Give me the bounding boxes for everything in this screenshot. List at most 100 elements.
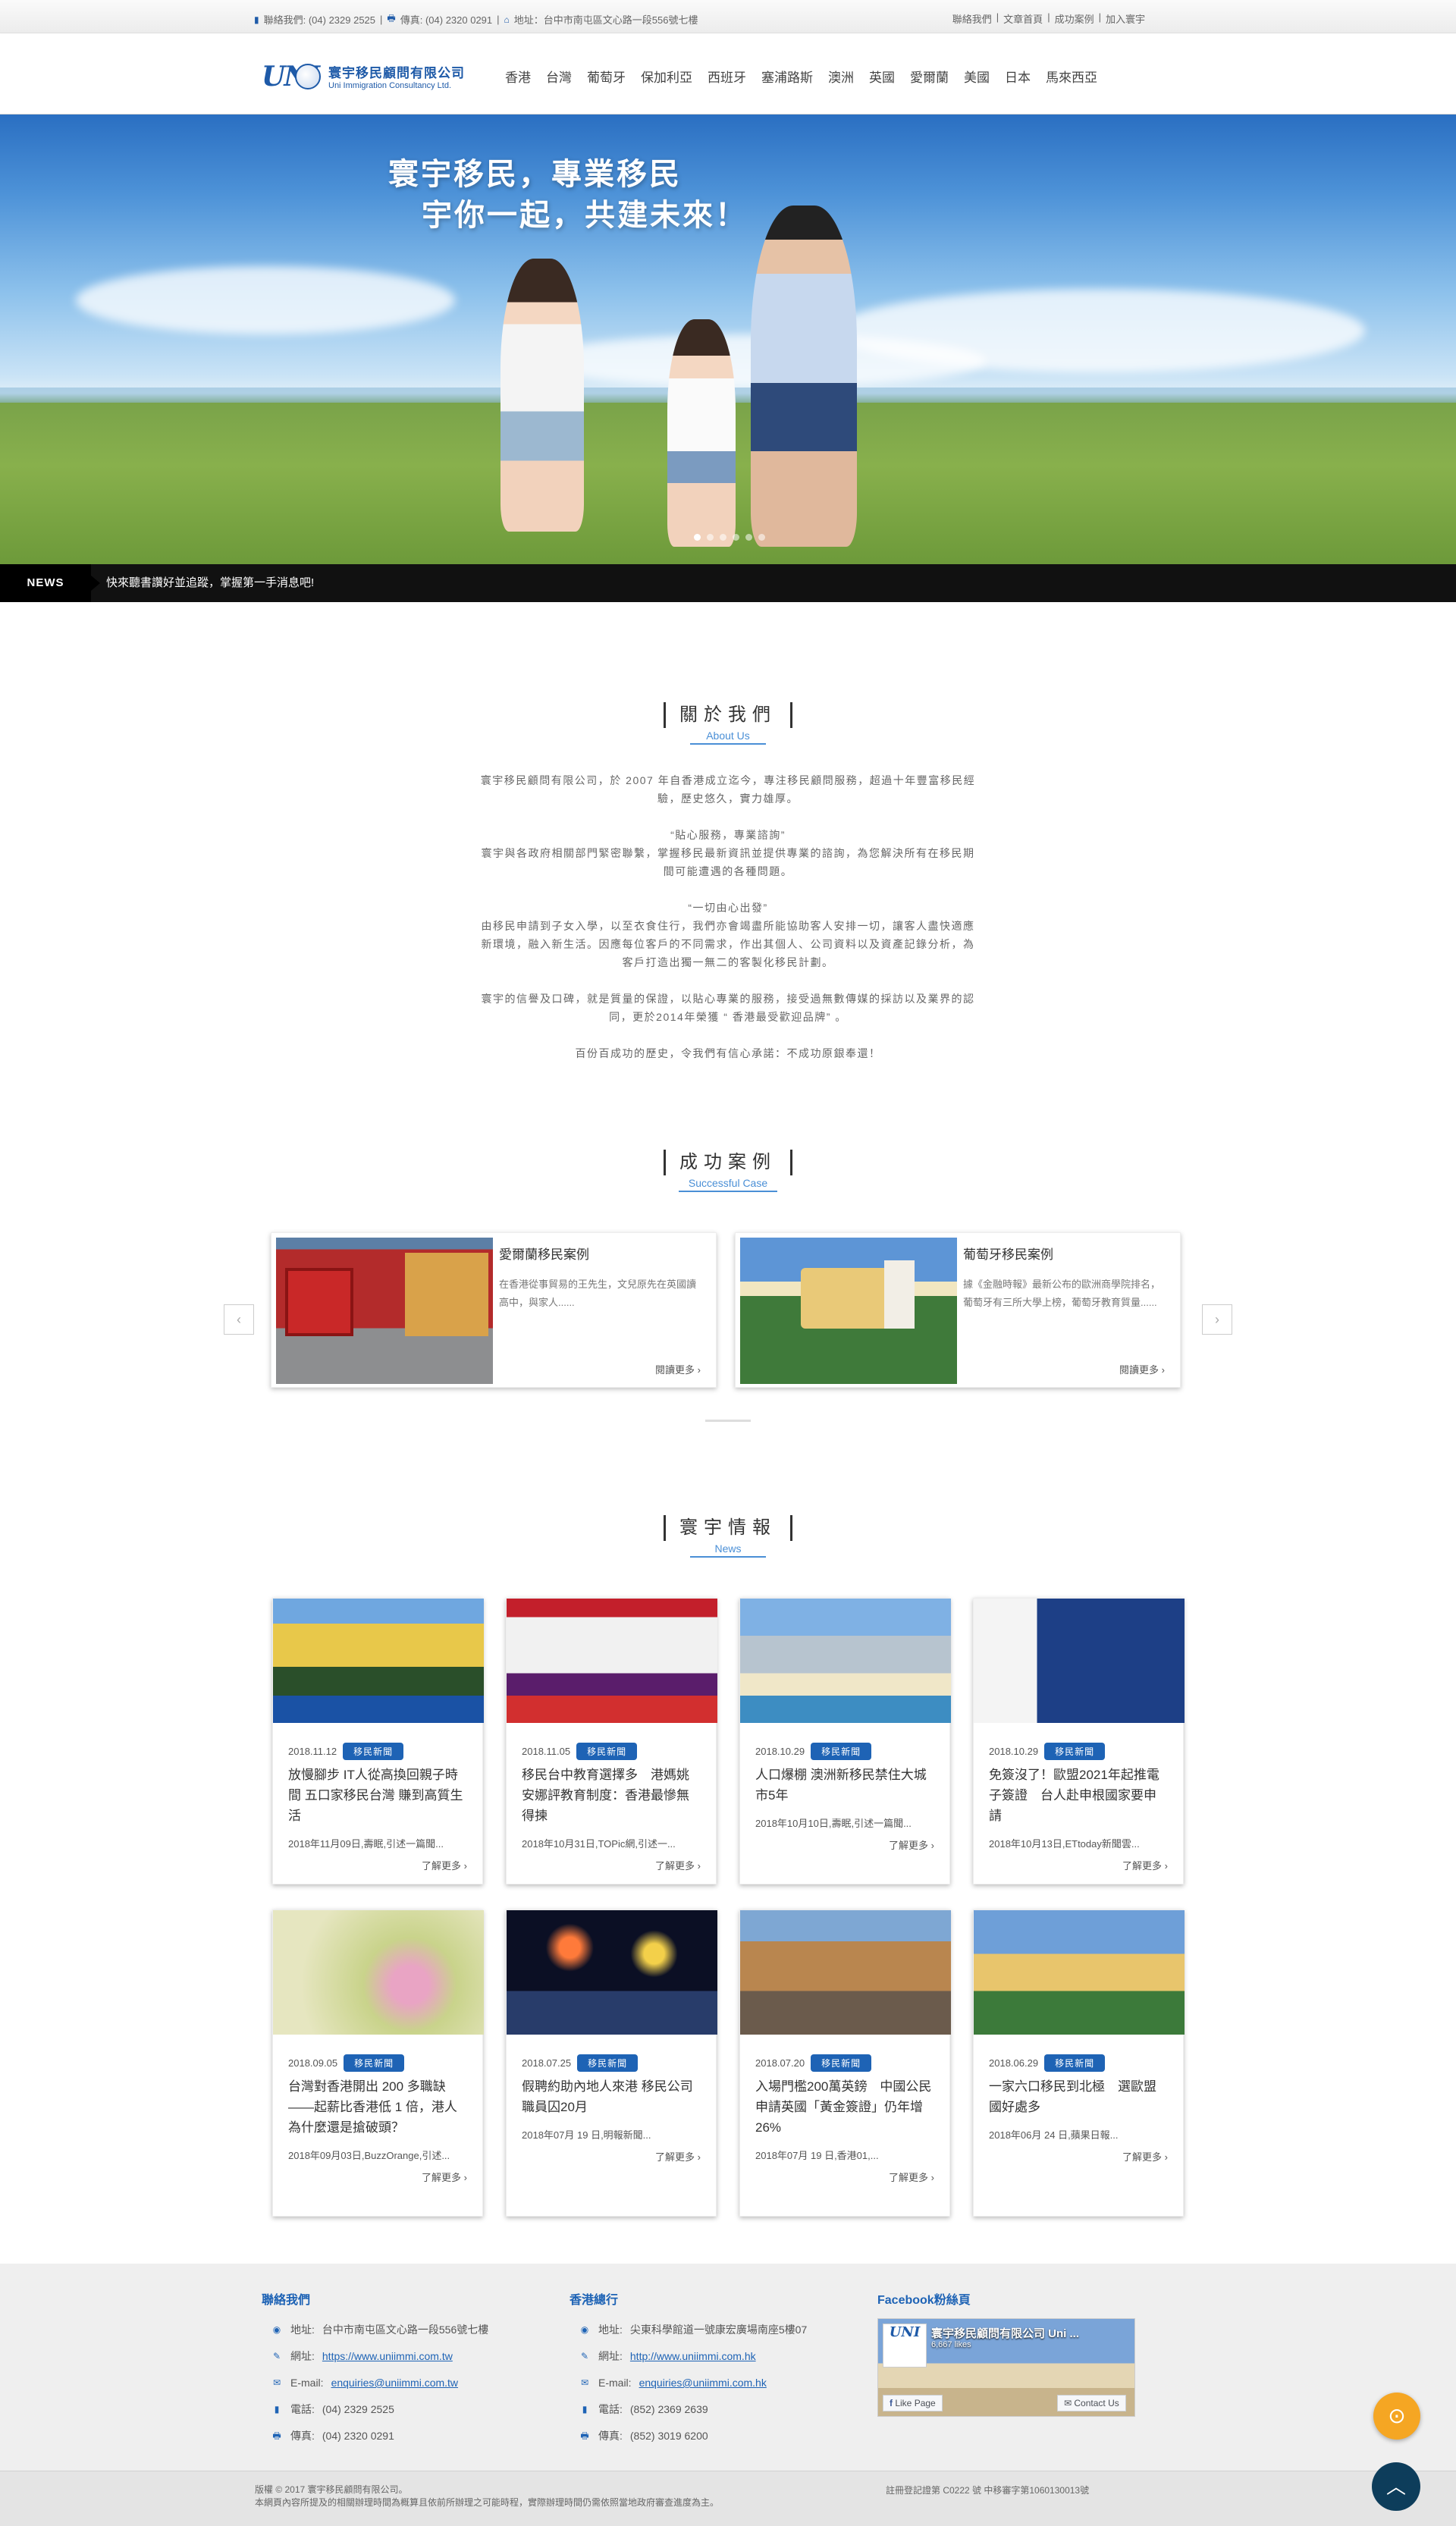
news-more-link[interactable]: 了解更多 › [989, 2149, 1168, 2164]
slider-dot[interactable] [720, 534, 726, 541]
chevron-right-icon: › [1164, 2151, 1168, 2163]
news-image [740, 1910, 951, 2035]
news-summary: 2018年11月09日,壽眠,引述一篇聞... [288, 1838, 444, 1850]
nav-japan[interactable]: 日本 [1005, 64, 1031, 89]
news-card[interactable]: 2018.07.25 移民新聞 假聘約助內地人來港 移民公司職員囚20月 2018… [506, 1909, 717, 2217]
hero-slogan-2: 宇你一起，共建未來！ [422, 199, 748, 232]
link-icon: ✎ [272, 2351, 281, 2361]
news-title-text: 移民台中教育選擇多 港媽姚安娜評教育制度：香港最慘無得揀 [522, 1768, 689, 1823]
slider-dot[interactable] [745, 534, 752, 541]
nav-cyprus[interactable]: 塞浦路斯 [761, 64, 813, 89]
news-more-link[interactable]: 了解更多 › [755, 2170, 934, 2184]
news-image [273, 1599, 484, 1723]
about-paragraph: “一切由心出發” 由移民申請到子女入學，以至衣食住行，我們亦會竭盡所能協助客人安… [481, 902, 975, 968]
news-summary: 2018年10月31日,TOPic網,引述一... [522, 1838, 676, 1850]
news-card[interactable]: 2018.10.29 移民新聞 人口爆棚 澳洲新移民禁住大城市5年 2018年10… [739, 1598, 951, 1884]
fb-likes: 6,667 likes [931, 2340, 971, 2349]
nav-malaysia[interactable]: 馬來西亞 [1046, 64, 1097, 89]
nav-taiwan[interactable]: 台灣 [546, 64, 572, 89]
case-read-more[interactable]: 閱讀更多 › [655, 1362, 701, 1376]
nav-australia[interactable]: 澳洲 [828, 64, 854, 89]
news-title-text: 入場門檻200萬英鎊 中國公民申請英國「黃金簽證」仍年增26% [755, 2079, 932, 2135]
contact-info: ▮ 聯絡我們: (04) 2329 2525 | 🖶 傳真: (04) 2320… [254, 13, 698, 26]
ticker-text[interactable]: 快來聽書讚好並追蹤，掌握第一手消息吧! [106, 564, 314, 602]
news-card[interactable]: 2018.10.29 移民新聞 免簽沒了！歐盟2021年起推電子簽證 台人赴申根國… [973, 1598, 1185, 1884]
link-icon: ✎ [580, 2351, 589, 2361]
news-card[interactable]: 2018.11.05 移民新聞 移民台中教育選擇多 港媽姚安娜評教育制度：香港最慘… [506, 1598, 717, 1884]
cases-section-title: 成功案例 Successful Case [0, 1150, 1456, 1192]
nav-uk[interactable]: 英國 [869, 64, 895, 89]
chevron-right-icon: › [697, 1364, 701, 1376]
nav-hongkong[interactable]: 香港 [505, 64, 531, 89]
fax-icon: 🖶 [387, 13, 396, 24]
chevron-right-icon: › [1161, 1364, 1165, 1376]
news-card[interactable]: 2018.06.29 移民新聞 一家六口移民到北極 選歐盟國好處多 2018年06… [973, 1909, 1185, 2217]
top-link-cases[interactable]: 成功案例 [1055, 11, 1094, 26]
footer-website-link[interactable]: https://www.uniimmi.com.tw [322, 2343, 453, 2370]
slider-dot[interactable] [707, 534, 714, 541]
logo[interactable]: UNI 寰宇移民顧問有限公司 Uni Immigration Consultan… [262, 59, 465, 93]
slider-dot[interactable] [733, 534, 739, 541]
chevron-right-icon: › [463, 2172, 467, 2183]
footer-email-link[interactable]: enquiries@uniimmi.com.tw [331, 2370, 458, 2396]
case-desc: 據《金融時報》最新公布的歐洲商學院排名，葡萄牙有三所大學上榜，葡萄牙教育質量..… [963, 1279, 1161, 1308]
news-badge: 移民新聞 [811, 1743, 872, 1760]
chevron-right-icon: › [463, 1860, 467, 1872]
footer-hk-phone: (852) 2369 2639 [629, 2403, 708, 2415]
slider-dot[interactable] [758, 534, 765, 541]
news-more-link[interactable]: 了解更多 › [288, 2170, 467, 2184]
hero-banner[interactable]: 寰宇移民，專業移民 宇你一起，共建未來！ [0, 115, 1456, 564]
facebook-page-widget[interactable]: UNI 寰宇移民顧問有限公司 Uni ... 6,667 likes f Lik… [877, 2318, 1135, 2417]
logo-mark: UNI [262, 59, 322, 93]
hero-person-mother [500, 259, 584, 532]
slider-dot[interactable] [694, 534, 701, 541]
top-link-articles[interactable]: 文章首頁 [1003, 11, 1043, 26]
news-more-link[interactable]: 了解更多 › [989, 1858, 1168, 1872]
chevron-right-icon: › [697, 1860, 701, 1872]
footer-hk-email-link[interactable]: enquiries@uniimmi.com.hk [639, 2370, 767, 2396]
disclaimer-text: 本網頁內容所提及的相關辦理時間為概算且依前所辦理之可能時程，實際辦理時間仍需依照… [255, 2497, 720, 2508]
location-pin-icon[interactable]: ⊙ [1373, 2393, 1420, 2440]
case-read-more[interactable]: 閱讀更多 › [1119, 1362, 1165, 1376]
footer-hk-fax: (852) 3019 6200 [629, 2430, 708, 2442]
fb-page-name[interactable]: 寰宇移民顧問有限公司 Uni ... [931, 2325, 1079, 2341]
cases-next-button[interactable]: › [1202, 1304, 1232, 1335]
footer-phone: (04) 2329 2525 [322, 2403, 394, 2415]
news-more-link[interactable]: 了解更多 › [522, 1858, 701, 1872]
fb-like-button[interactable]: f Like Page [883, 2395, 943, 2411]
phone-icon: ▮ [274, 2404, 280, 2415]
news-card[interactable]: 2018.07.20 移民新聞 入場門檻200萬英鎊 中國公民申請英國「黃金簽證」… [739, 1909, 951, 2217]
case-card[interactable]: 愛爾蘭移民案例 在香港從事貿易的王先生，文兒原先在英國讀高中，與家人......… [271, 1232, 717, 1388]
chevron-up-icon[interactable]: ︿ [1372, 2462, 1420, 2511]
news-more-link[interactable]: 了解更多 › [522, 2149, 701, 2164]
contact-phone: 聯絡我們: (04) 2329 2525 [263, 14, 376, 26]
news-date: 2018.10.29 [755, 1746, 805, 1757]
top-link-join[interactable]: 加入寰宇 [1106, 11, 1145, 26]
fax-icon: 🖶 [580, 2430, 589, 2441]
news-more-link[interactable]: 了解更多 › [755, 1837, 934, 1852]
news-image [507, 1910, 717, 2035]
case-card[interactable]: 葡萄牙移民案例 據《金融時報》最新公布的歐洲商學院排名，葡萄牙有三所大學上榜，葡… [735, 1232, 1181, 1388]
chevron-right-icon: › [930, 1840, 934, 1851]
news-image [740, 1599, 951, 1723]
cases-title-en: Successful Case [679, 1177, 777, 1192]
fb-contact-button[interactable]: ✉ Contact Us [1057, 2395, 1126, 2411]
top-link-contact[interactable]: 聯絡我們 [952, 11, 992, 26]
cases-prev-button[interactable]: ‹ [224, 1304, 254, 1335]
news-more-link[interactable]: 了解更多 › [288, 1858, 467, 1872]
news-title-text: 一家六口移民到北極 選歐盟國好處多 [989, 2079, 1156, 2114]
nav-ireland[interactable]: 愛爾蘭 [910, 64, 949, 89]
news-card[interactable]: 2018.09.05 移民新聞 台灣對香港開出 200 多職缺——起薪比香港低 1… [272, 1909, 484, 2217]
footer-hk-address: 尖東科學館道一號康宏廣場南座5樓07 [629, 2324, 808, 2336]
footer-contact-title: 聯絡我們 [262, 2294, 311, 2307]
copyright-bar: 版權 © 2017 寰宇移民顧問有限公司。 本網頁內容所提及的相關辦理時間為概算… [0, 2471, 1456, 2526]
nav-portugal[interactable]: 葡萄牙 [587, 64, 626, 89]
nav-bulgaria[interactable]: 保加利亞 [641, 64, 692, 89]
news-date: 2018.10.29 [989, 1746, 1039, 1757]
news-badge: 移民新聞 [344, 2054, 405, 2072]
news-badge: 移民新聞 [1044, 2054, 1106, 2072]
nav-spain[interactable]: 西班牙 [708, 64, 746, 89]
footer-hk-website-link[interactable]: http://www.uniimmi.com.hk [630, 2343, 756, 2370]
news-card[interactable]: 2018.11.12 移民新聞 放慢腳步 IT人從高換回親子時間 五口家移民台灣 … [272, 1598, 484, 1884]
nav-usa[interactable]: 美國 [964, 64, 990, 89]
